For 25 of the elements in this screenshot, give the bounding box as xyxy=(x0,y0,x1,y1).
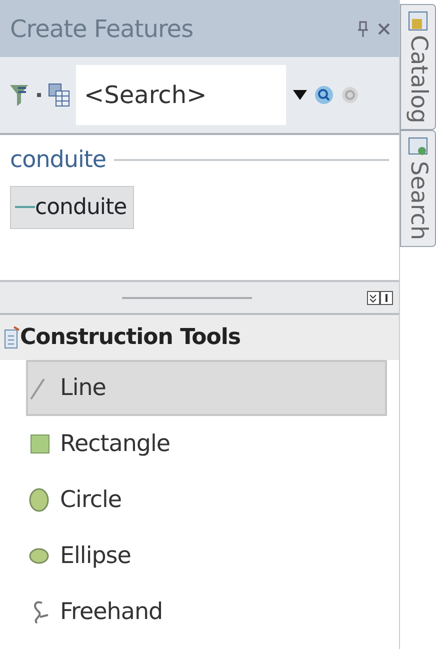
search-icon[interactable] xyxy=(314,85,334,105)
caret-icon[interactable] xyxy=(36,92,42,98)
tool-item[interactable]: Line xyxy=(26,360,387,416)
group-heading[interactable]: conduite xyxy=(10,143,106,178)
catalog-icon xyxy=(408,11,428,31)
collapse-icon[interactable] xyxy=(367,290,393,304)
window-title: Create Features xyxy=(10,14,194,44)
filter-icon[interactable] xyxy=(8,82,30,108)
table-icon[interactable] xyxy=(48,83,70,107)
side-tab[interactable]: Search xyxy=(400,130,436,248)
search-window-icon xyxy=(408,137,428,158)
search-field[interactable]: <Search> xyxy=(76,65,286,125)
pin-icon[interactable] xyxy=(357,20,369,36)
tool-item[interactable]: Circle xyxy=(26,472,387,528)
feature-template[interactable]: conduite xyxy=(10,186,134,228)
tool-item[interactable]: Ellipse xyxy=(26,528,387,584)
tool-item[interactable]: Freehand xyxy=(26,584,387,640)
dropdown-icon[interactable] xyxy=(292,89,308,101)
construction-icon xyxy=(4,326,20,350)
close-icon[interactable] xyxy=(377,22,391,36)
circle-icon xyxy=(28,487,50,513)
section-heading: Construction Tools xyxy=(20,324,241,352)
side-tab[interactable]: Catalog xyxy=(400,4,436,130)
line-symbol-icon xyxy=(15,205,35,209)
tool-item[interactable]: Rectangle xyxy=(26,416,387,472)
